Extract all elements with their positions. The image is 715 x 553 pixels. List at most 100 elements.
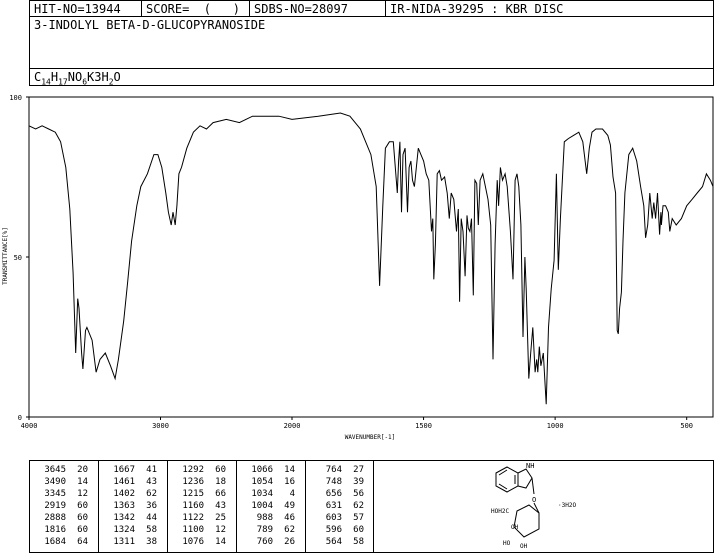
y-tick-label: 50 (14, 254, 22, 262)
oh-label-2: OH (520, 543, 528, 550)
peak-transmittance: 60 (215, 465, 226, 475)
peak-transmittance: 66 (215, 489, 226, 499)
peak-column: 1292 60 1236 18 1215 66 1160 43 1122 25 1100 12 1076… (168, 461, 237, 552)
peak-row: 1066 14 (243, 465, 295, 476)
peak-wavenumber: 1236 (182, 477, 204, 487)
peak-row: 631 62 (312, 501, 364, 512)
y-axis-title: TRANSMITTANCE[%] (2, 227, 9, 285)
peak-transmittance: 12 (77, 489, 88, 499)
peak-row: 1034 4 (243, 489, 295, 500)
peak-wavenumber: 3490 (44, 477, 66, 487)
peak-row: 1311 38 (105, 537, 157, 548)
hit-number: HIT-NO=13944 (30, 1, 142, 17)
peak-transmittance: 58 (146, 525, 157, 535)
peak-row: 1054 16 (243, 477, 295, 488)
peak-wavenumber: 1292 (182, 465, 204, 475)
ho-label: HO (503, 540, 511, 547)
x-tick-label: 2000 (284, 422, 301, 430)
x-tick-label: 500 (680, 422, 693, 430)
peak-row: 1122 25 (174, 513, 226, 524)
x-axis-title: WAVENUMBER[-1] (345, 434, 396, 441)
peak-row: 1215 66 (174, 489, 226, 500)
peak-transmittance: 46 (284, 513, 295, 523)
peak-wavenumber: 1160 (182, 501, 204, 511)
peak-transmittance: 39 (353, 477, 364, 487)
peak-row: 2919 60 (36, 501, 88, 512)
peak-row: 1292 60 (174, 465, 226, 476)
peak-transmittance: 60 (77, 501, 88, 511)
peak-wavenumber: 1402 (113, 489, 135, 499)
score: SCORE= ( ) (142, 1, 250, 17)
peak-row: 1461 43 (105, 477, 157, 488)
peak-row: 748 39 (312, 477, 364, 488)
measurement-method: IR-NIDA-39295 : KBR DISC (390, 2, 564, 16)
peak-row: 3490 14 (36, 477, 88, 488)
peak-wavenumber: 603 (325, 513, 342, 523)
y-tick-label: 100 (9, 94, 22, 102)
peak-wavenumber: 988 (256, 513, 273, 523)
peak-columns: 3645 20 3490 14 3345 12 2919 60 2888 60 1816 60 1684… (30, 461, 373, 552)
peak-wavenumber: 656 (325, 489, 342, 499)
peak-transmittance: 12 (215, 525, 226, 535)
peak-wavenumber: 1215 (182, 489, 204, 499)
peak-wavenumber: 760 (256, 537, 273, 547)
peak-transmittance: 14 (284, 465, 295, 475)
glucose-ring (513, 504, 540, 538)
x-tick-label: 3000 (152, 422, 169, 430)
header-bar: HIT-NO=13944 SCORE= ( ) SDBS-NO=28097 IR… (29, 0, 714, 17)
peak-wavenumber: 1100 (182, 525, 204, 535)
peak-row: 1342 44 (105, 513, 157, 524)
peak-transmittance: 49 (284, 501, 295, 511)
peak-wavenumber: 748 (325, 477, 342, 487)
peak-wavenumber: 631 (325, 501, 342, 511)
peak-column: 764 27 748 39 656 56 631 62 603 57 596 60 564 58 (306, 461, 375, 552)
peak-transmittance: 41 (146, 465, 157, 475)
peak-transmittance: 14 (77, 477, 88, 487)
peak-wavenumber: 1684 (44, 537, 66, 547)
peak-transmittance: 26 (284, 537, 295, 547)
peak-transmittance: 18 (215, 477, 226, 487)
peak-row: 789 62 (243, 525, 295, 536)
peak-transmittance: 25 (215, 513, 226, 523)
molecular-structure: NH O HOH2C OH HO OH ·3H2O (491, 462, 576, 550)
peak-transmittance: 60 (77, 525, 88, 535)
spectrum-line (28, 112, 714, 405)
pyrrole-ring (517, 468, 533, 489)
glycosidic-o-label: O (532, 496, 536, 504)
peak-transmittance: 58 (353, 537, 364, 547)
peak-transmittance: 43 (215, 501, 226, 511)
formula-box: C14H17NO6K3H2O (29, 68, 714, 86)
peak-row: 2888 60 (36, 513, 88, 524)
peak-wavenumber: 2888 (44, 513, 66, 523)
peak-row: 1236 18 (174, 477, 226, 488)
peak-row: 1004 49 (243, 501, 295, 512)
peak-wavenumber: 789 (256, 525, 273, 535)
peak-transmittance: 27 (353, 465, 364, 475)
peak-transmittance: 60 (77, 513, 88, 523)
peak-row: 1324 58 (105, 525, 157, 536)
peak-transmittance: 38 (146, 537, 157, 547)
peak-wavenumber: 564 (325, 537, 342, 547)
sdbs-number: SDBS-NO=28097 (250, 1, 386, 17)
y-tick-label: 0 (18, 414, 22, 422)
peak-transmittance: 64 (77, 537, 88, 547)
oh-label-1: OH (511, 524, 519, 531)
peak-column: 1066 14 1054 16 1034 4 1004 49 988 46 789 62 760 26 (237, 461, 306, 552)
peak-wavenumber: 1311 (113, 537, 135, 547)
peak-wavenumber: 1054 (251, 477, 273, 487)
peak-wavenumber: 596 (325, 525, 342, 535)
nh-label: NH (526, 462, 534, 470)
peak-row: 764 27 (312, 465, 364, 476)
peak-wavenumber: 1461 (113, 477, 135, 487)
peak-row: 656 56 (312, 489, 364, 500)
molecular-formula: C14H17NO6K3H2O (34, 70, 121, 87)
peak-wavenumber: 3345 (44, 489, 66, 499)
peak-transmittance: 16 (284, 477, 295, 487)
peak-transmittance: 20 (77, 465, 88, 475)
peak-transmittance: 44 (146, 513, 157, 523)
peak-row: 1667 41 (105, 465, 157, 476)
peak-transmittance: 56 (353, 489, 364, 499)
peak-transmittance: 14 (215, 537, 226, 547)
peak-wavenumber: 1324 (113, 525, 135, 535)
x-tick-label: 1000 (547, 422, 564, 430)
